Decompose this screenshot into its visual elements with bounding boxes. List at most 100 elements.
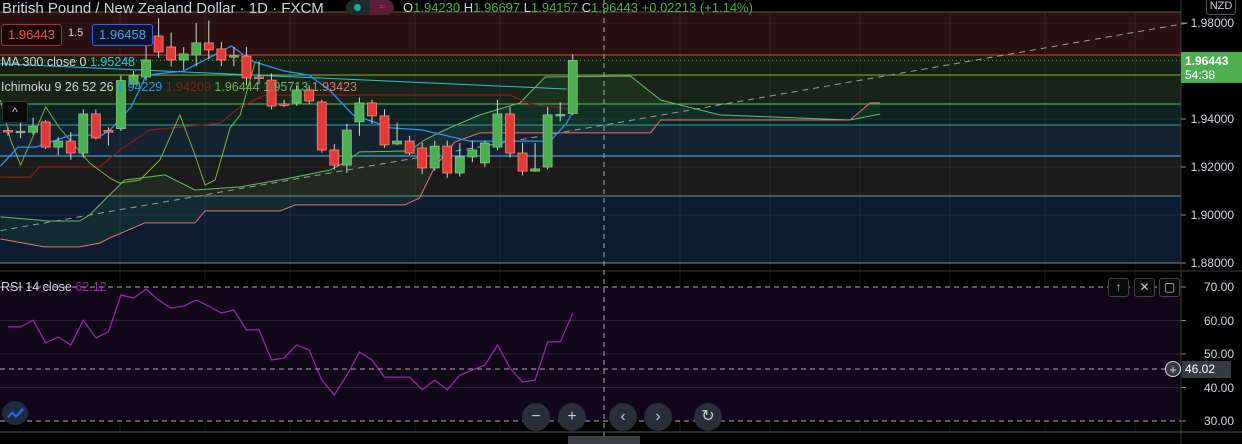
candle-body <box>555 114 566 117</box>
candle-body <box>153 35 164 53</box>
candle-body <box>241 55 252 79</box>
rsi-legend-label: RSI 14 close <box>1 280 72 294</box>
ichimoku-legend-label: Ichimoku 9 26 52 26 <box>1 80 114 94</box>
candle-body <box>492 113 503 148</box>
data-wave-icon: ≈ <box>370 0 394 15</box>
ichimoku-span-a-value: 1.95713 <box>263 80 309 94</box>
reset-chart-button[interactable]: ↻ <box>694 403 722 431</box>
rsi-tick: 50.00 <box>1203 347 1234 361</box>
low-value: 1.94157 <box>531 0 578 15</box>
candle-body <box>28 125 39 133</box>
status-pills[interactable]: ≈ <box>346 0 394 15</box>
low-label: L <box>523 0 531 15</box>
ohlc-readout: O1.94230 H1.96697 L1.94157 C1.96443 +0.0… <box>403 0 753 15</box>
candle-body <box>379 115 390 146</box>
candle-body <box>392 140 402 145</box>
ichimoku-legend[interactable]: Ichimoku 9 26 52 26 1.94229 1.94209 1.96… <box>1 80 357 94</box>
close-value: 1.96443 <box>591 0 639 15</box>
open-label: O <box>403 0 414 15</box>
sell-button[interactable]: 1.96443 <box>1 24 62 46</box>
price-tick: 1.90000 <box>1190 208 1234 222</box>
candle-body <box>166 46 177 61</box>
candle-body <box>216 48 227 61</box>
candle-body <box>329 149 340 166</box>
candle-body <box>429 145 440 169</box>
buy-button[interactable]: 1.96458 <box>92 24 153 46</box>
candle-body <box>203 42 214 51</box>
candle-body <box>254 76 264 79</box>
high-value: 1.96697 <box>473 0 521 15</box>
tradingview-logo-icon[interactable] <box>2 401 28 425</box>
ichimoku-kijun-value: 1.94209 <box>165 80 211 94</box>
candle-body <box>341 129 352 166</box>
candle-body <box>454 156 465 174</box>
candle-body <box>103 130 114 133</box>
candle-body <box>467 149 478 158</box>
candle-body <box>90 113 101 139</box>
high-label: H <box>463 0 474 15</box>
symbol-title[interactable]: British Pound / New Zealand Dollar · 1D … <box>2 0 324 17</box>
candle-body <box>15 130 26 134</box>
candle-body <box>279 103 290 106</box>
candle-body <box>228 55 239 58</box>
candle-body <box>417 147 428 169</box>
candle <box>40 120 51 149</box>
open-value: 1.94230 <box>413 0 461 15</box>
rsi-crosshair-value: 46.02 <box>1182 361 1231 378</box>
candle <box>316 99 327 153</box>
candle <box>90 109 101 140</box>
collapse-legend-button[interactable]: ^ <box>2 101 28 123</box>
candle-body <box>517 152 528 172</box>
candle <box>505 107 515 158</box>
candle-body <box>354 102 365 123</box>
candle <box>542 107 553 170</box>
price-tick: 1.88000 <box>1190 256 1234 270</box>
zoom-out-button[interactable]: − <box>522 403 550 431</box>
ichimoku-chikou-value: 1.96444 <box>214 80 260 94</box>
candle <box>442 140 453 178</box>
currency-label[interactable]: NZD <box>1206 0 1236 15</box>
ma-legend[interactable]: MA 300 close 0 1.95248 <box>1 55 135 69</box>
candle-body <box>40 121 51 148</box>
rsi-tick: 70.00 <box>1203 280 1234 294</box>
candle-body <box>479 142 490 164</box>
add-alert-icon[interactable]: + <box>1165 361 1181 377</box>
rsi-legend-value: 62.12 <box>75 280 107 294</box>
price-tick: 1.94000 <box>1190 112 1234 126</box>
fib-bands <box>0 11 1181 263</box>
change-value: +0.02213 (+1.14%) <box>641 0 753 15</box>
close-label: C <box>581 0 592 15</box>
candle-body <box>567 59 578 114</box>
ichimoku-span-b-value: 1.93423 <box>311 80 357 94</box>
candle-body <box>78 113 89 154</box>
candle-body <box>505 113 515 154</box>
quantity-value[interactable]: 1.5 <box>68 27 83 39</box>
scroll-right-button[interactable]: › <box>644 403 672 431</box>
chart-canvas[interactable] <box>0 0 1242 444</box>
move-pane-up-button[interactable]: ↑ <box>1108 278 1129 297</box>
candle-body <box>542 114 553 168</box>
rsi-legend[interactable]: RSI 14 close 62.12 <box>1 280 107 294</box>
candle-body <box>178 53 189 61</box>
candle-body <box>53 140 64 148</box>
close-pane-button[interactable]: ✕ <box>1134 278 1155 297</box>
candle <box>78 109 89 158</box>
candle-body <box>367 102 377 117</box>
time-scrollbar[interactable] <box>568 436 640 444</box>
zoom-in-button[interactable]: + <box>558 403 586 431</box>
candle-body <box>3 130 13 133</box>
price-tick: 1.98000 <box>1190 16 1234 30</box>
fib-band <box>0 11 1181 55</box>
candle-body <box>65 140 76 154</box>
ma-legend-value: 1.95248 <box>89 55 136 69</box>
rsi-tick: 60.00 <box>1203 314 1234 328</box>
ma-legend-label: MA 300 close 0 <box>1 55 87 69</box>
bar-countdown: 54:38 <box>1185 68 1216 82</box>
candle-body <box>141 59 151 78</box>
scroll-left-button[interactable]: ‹ <box>609 403 637 431</box>
candle-body <box>404 140 415 154</box>
candle-body <box>191 42 202 56</box>
rsi-tick: 30.00 <box>1203 414 1234 428</box>
maximize-pane-button[interactable]: ▢ <box>1159 278 1180 297</box>
ichimoku-tenkan-value: 1.94229 <box>117 80 163 94</box>
